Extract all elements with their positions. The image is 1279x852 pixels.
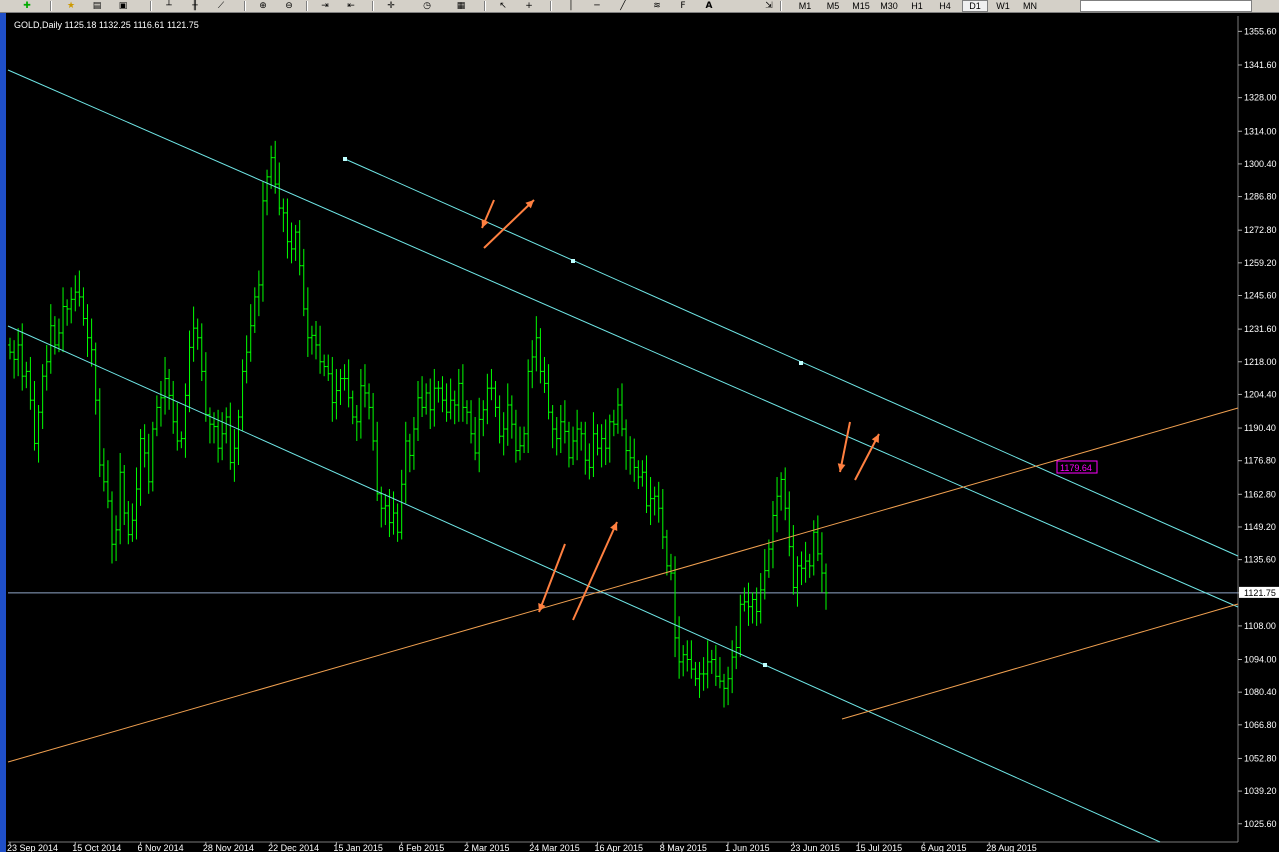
price-tick-label: 1190.40 xyxy=(1244,423,1276,433)
time-tick-label: 6 Feb 2015 xyxy=(399,843,445,852)
time-tick-label: 22 Dec 2014 xyxy=(268,843,319,852)
price-tick-label: 1286.80 xyxy=(1244,192,1277,202)
price-tick-label: 1135.60 xyxy=(1244,555,1276,565)
channel-anchor-point xyxy=(571,259,575,263)
time-tick-label: 24 Mar 2015 xyxy=(529,843,580,852)
time-tick-label: 6 Aug 2015 xyxy=(921,843,967,852)
price-tick-label: 1245.60 xyxy=(1244,290,1277,300)
support-line-long xyxy=(7,407,1239,763)
channel-anchor-point xyxy=(343,157,347,161)
time-tick-label: 23 Jun 2015 xyxy=(790,843,840,852)
price-tick-label: 1341.60 xyxy=(1244,60,1277,70)
channel-anchor-point xyxy=(763,663,767,667)
price-tick-label: 1231.60 xyxy=(1244,324,1277,334)
time-tick-label: 23 Sep 2014 xyxy=(7,843,58,852)
price-tick-label: 1314.00 xyxy=(1244,126,1277,136)
price-tick-label: 1218.00 xyxy=(1244,357,1277,367)
support-line-short xyxy=(841,603,1239,720)
time-tick-label: 15 Jul 2015 xyxy=(856,843,903,852)
chart-header: GOLD,Daily 1125.18 1132.25 1116.61 1121.… xyxy=(14,20,199,30)
time-tick-label: 28 Aug 2015 xyxy=(986,843,1037,852)
time-tick-label: 15 Jan 2015 xyxy=(333,843,383,852)
time-tick-label: 16 Apr 2015 xyxy=(595,843,644,852)
time-tick-label: 28 Nov 2014 xyxy=(203,843,254,852)
annotation-arrow xyxy=(572,521,618,621)
price-tick-label: 1080.40 xyxy=(1244,687,1277,697)
price-tick-label: 1328.00 xyxy=(1244,93,1277,103)
channel-anchor-point xyxy=(799,361,803,365)
channel-lower-line xyxy=(7,325,1161,843)
annotation-arrowhead xyxy=(837,463,846,472)
channel-middle-line xyxy=(7,69,1239,608)
price-tick-label: 1355.60 xyxy=(1244,26,1277,36)
intersection-label: 1179.64 xyxy=(1060,463,1092,473)
price-tick-label: 1108.00 xyxy=(1244,621,1276,631)
price-tick-label: 1204.40 xyxy=(1244,389,1277,399)
annotation-arrow xyxy=(538,543,566,613)
price-tick-label: 1176.80 xyxy=(1244,456,1276,466)
price-chart[interactable]: 1355.60 1341.60 1328.00 1314.00 1300.40 1286.… xyxy=(0,0,1279,852)
channel-upper-line xyxy=(344,158,1239,557)
time-tick-label: 2 Mar 2015 xyxy=(464,843,510,852)
time-tick-label: 1 Jun 2015 xyxy=(725,843,770,852)
price-tick-label: 1162.80 xyxy=(1244,489,1276,499)
price-tick-label: 1094.00 xyxy=(1244,655,1277,665)
price-tick-label: 1300.40 xyxy=(1244,159,1277,169)
price-tick-label: 1066.80 xyxy=(1244,720,1277,730)
price-tick-label: 1121.75 xyxy=(1244,588,1276,598)
time-tick-label: 6 Nov 2014 xyxy=(138,843,184,852)
price-tick-label: 1259.20 xyxy=(1244,258,1277,268)
price-tick-label: 1025.60 xyxy=(1244,819,1277,829)
time-tick-label: 8 May 2015 xyxy=(660,843,707,852)
price-tick-label: 1052.80 xyxy=(1244,753,1277,763)
price-tick-label: 1272.80 xyxy=(1244,225,1277,235)
time-tick-label: 15 Oct 2014 xyxy=(72,843,121,852)
price-tick-label: 1039.20 xyxy=(1244,786,1277,796)
price-tick-label: 1149.20 xyxy=(1244,522,1276,532)
